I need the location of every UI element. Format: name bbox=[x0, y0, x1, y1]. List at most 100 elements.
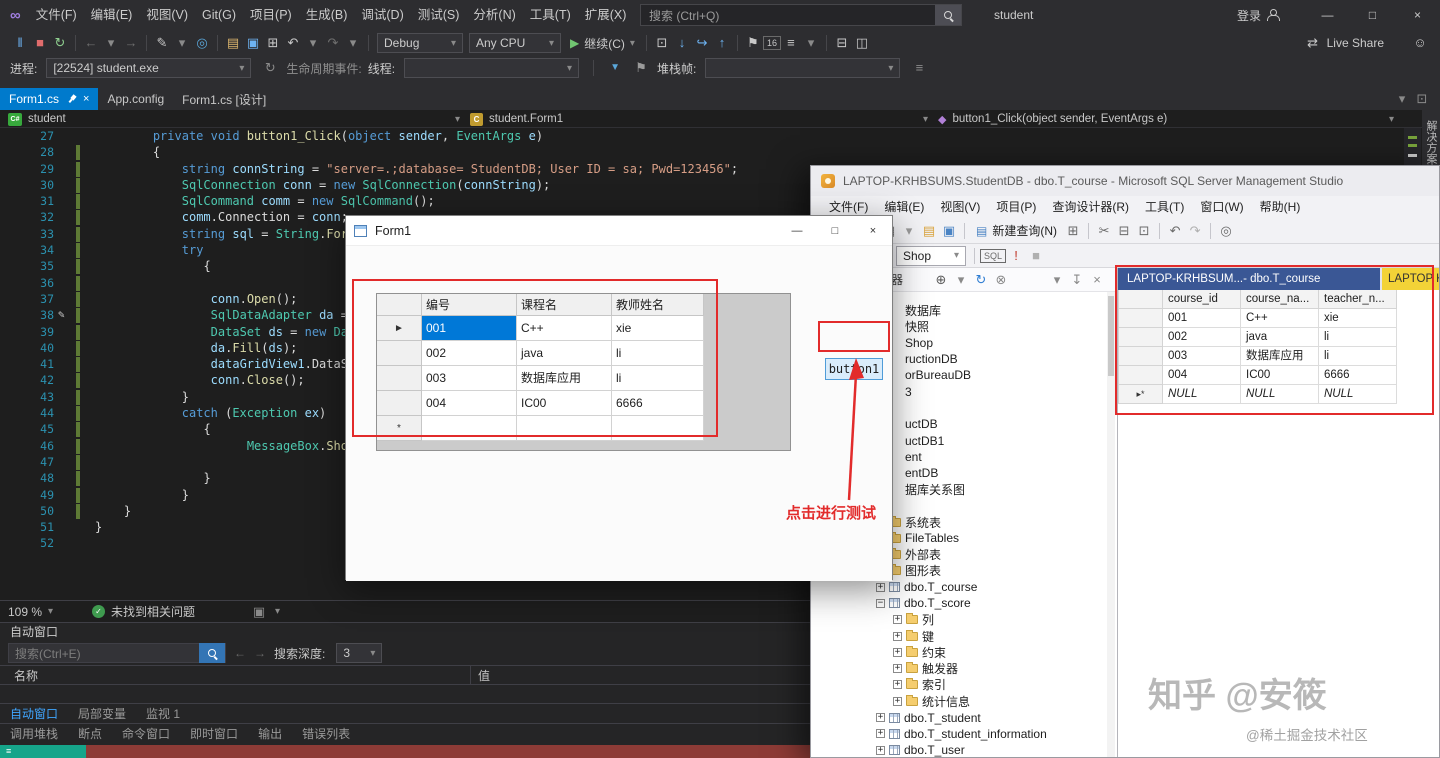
panel-tab[interactable]: 监视 1 bbox=[136, 704, 190, 724]
grid-cell[interactable]: 002 bbox=[422, 341, 517, 366]
redo-icon[interactable]: ↷ bbox=[323, 33, 343, 53]
grid-row-header[interactable] bbox=[377, 366, 422, 391]
ssms-grid-cell[interactable]: li bbox=[1319, 328, 1397, 347]
nav-forward-icon[interactable]: → bbox=[121, 33, 141, 53]
tree-expand-icon[interactable]: + bbox=[893, 680, 902, 689]
minimize-button[interactable]: — bbox=[1305, 0, 1350, 30]
grid-cell[interactable]: C++ bbox=[517, 316, 612, 341]
tree-item[interactable]: +dbo.T_student_information bbox=[811, 726, 1107, 742]
pin-icon[interactable]: ↧ bbox=[1067, 270, 1087, 290]
ssms-menu-item[interactable]: 工具(T) bbox=[1137, 196, 1192, 218]
editor-tab[interactable]: Form1.cs [设计] bbox=[173, 88, 275, 110]
chevron-down-icon[interactable]: ▾ bbox=[1392, 89, 1412, 109]
undo-icon[interactable]: ↶ bbox=[283, 33, 303, 53]
sign-in-button[interactable]: 登录 bbox=[1237, 7, 1279, 24]
find-icon[interactable]: ◎ bbox=[1216, 221, 1236, 241]
ssms-grid-column-header[interactable]: course_na... bbox=[1241, 290, 1319, 309]
break-all-icon[interactable]: ⊡ bbox=[652, 33, 672, 53]
editor-tab[interactable]: Form1.cs× bbox=[0, 88, 98, 110]
ssms-menu-item[interactable]: 项目(P) bbox=[988, 196, 1044, 218]
chevron-down-icon[interactable]: ▾ bbox=[343, 33, 363, 53]
quick-search-input[interactable]: 搜索 (Ctrl+Q) bbox=[640, 4, 962, 26]
navbar-project-dropdown[interactable]: C# student▾ bbox=[8, 110, 460, 128]
tree-expand-icon[interactable]: + bbox=[876, 583, 885, 592]
sql-pane-icon[interactable]: SQL bbox=[980, 249, 1006, 263]
new-query-button[interactable]: ▤新建查询(N) bbox=[970, 221, 1063, 241]
form-maximize-button[interactable]: □ bbox=[816, 216, 854, 246]
zoom-select[interactable]: 109 %▾ bbox=[8, 605, 72, 619]
chevron-down-icon[interactable]: ▾ bbox=[101, 33, 121, 53]
panel-tab[interactable]: 命令窗口 bbox=[112, 724, 180, 744]
ssms-grid-row-header[interactable] bbox=[1119, 309, 1163, 328]
grid-cell[interactable]: li bbox=[612, 341, 704, 366]
tree-item[interactable]: +键 bbox=[811, 628, 1107, 644]
execute-icon[interactable]: ! bbox=[1006, 246, 1026, 266]
tree-item[interactable]: +约束 bbox=[811, 644, 1107, 660]
grid-new-row-header[interactable]: * bbox=[377, 416, 422, 441]
ssms-menu-item[interactable]: 视图(V) bbox=[932, 196, 988, 218]
autos-name-column[interactable]: 名称 bbox=[14, 666, 38, 686]
window-layout-icon[interactable]: ◫ bbox=[852, 33, 872, 53]
refresh-process-icon[interactable]: ↻ bbox=[260, 58, 280, 78]
tree-item[interactable]: +触发器 bbox=[811, 661, 1107, 677]
cut-icon[interactable]: ✂ bbox=[1094, 221, 1114, 241]
search-depth-combo[interactable]: 3▾ bbox=[336, 643, 382, 663]
chevron-down-icon[interactable]: ▾ bbox=[275, 606, 280, 617]
form-minimize-button[interactable]: — bbox=[778, 216, 816, 246]
ssms-grid-row-header[interactable]: ▸* bbox=[1119, 385, 1163, 404]
restart-icon[interactable]: ↻ bbox=[50, 33, 70, 53]
tree-item[interactable]: +列 bbox=[811, 612, 1107, 628]
continue-button[interactable]: ▶继续(C)▾ bbox=[564, 33, 641, 53]
window-split-icon[interactable]: ⊟ bbox=[832, 33, 852, 53]
nav-back-icon[interactable]: ← bbox=[81, 33, 101, 53]
tree-expand-icon[interactable]: + bbox=[893, 664, 902, 673]
grid-column-header[interactable]: 编号 bbox=[422, 294, 517, 316]
save-icon[interactable]: ▣ bbox=[939, 221, 959, 241]
grid-row-header[interactable]: ► bbox=[377, 316, 422, 341]
undo-icon[interactable]: ↶ bbox=[1165, 221, 1185, 241]
open-file-icon[interactable]: ▤ bbox=[919, 221, 939, 241]
ssms-document-tab-2[interactable]: LAPTOP K bbox=[1382, 268, 1439, 290]
panel-tab[interactable]: 断点 bbox=[68, 724, 112, 744]
vs-menu-item[interactable]: 调试(D) bbox=[354, 0, 410, 30]
ssms-document-tab[interactable]: LAPTOP-KRHBSUM...- dbo.T_course bbox=[1118, 268, 1380, 290]
flag-icon[interactable]: ⚑ bbox=[631, 58, 651, 78]
autos-value-column[interactable]: 值 bbox=[478, 666, 490, 686]
grid-cell[interactable]: 数据库应用 bbox=[517, 366, 612, 391]
ssms-grid-cell[interactable]: 6666 bbox=[1319, 366, 1397, 385]
tree-item[interactable]: +统计信息 bbox=[811, 693, 1107, 709]
form1-titlebar[interactable]: Form1 — □ × bbox=[346, 216, 892, 246]
vs-menu-item[interactable]: 文件(F) bbox=[29, 0, 84, 30]
autos-search-input[interactable]: 搜索(Ctrl+E) bbox=[8, 643, 226, 663]
save-icon[interactable]: ▣ bbox=[243, 33, 263, 53]
account-feedback-icon[interactable]: ☺ bbox=[1410, 33, 1430, 53]
grid-cell[interactable]: java bbox=[517, 341, 612, 366]
refresh-icon[interactable]: ↻ bbox=[971, 270, 991, 290]
step-into-icon[interactable]: ↓ bbox=[672, 33, 692, 53]
database-combo[interactable]: Shop▾ bbox=[896, 246, 966, 266]
vs-menu-item[interactable]: 分析(N) bbox=[466, 0, 522, 30]
process-combo[interactable]: [22524] student.exe▾ bbox=[46, 58, 251, 78]
stop-icon[interactable]: ■ bbox=[30, 33, 50, 53]
grid-cell[interactable]: xie bbox=[612, 316, 704, 341]
grid-cell[interactable]: li bbox=[612, 366, 704, 391]
tree-item[interactable]: −dbo.T_score bbox=[811, 595, 1107, 611]
tree-expand-icon[interactable]: + bbox=[876, 746, 885, 755]
ssms-grid-cell[interactable]: li bbox=[1319, 347, 1397, 366]
ssms-menu-item[interactable]: 查询设计器(R) bbox=[1044, 196, 1137, 218]
step-over-icon[interactable]: ↪ bbox=[692, 33, 712, 53]
vs-menu-item[interactable]: Git(G) bbox=[195, 0, 243, 30]
code-cleanup-icon[interactable]: ✎ bbox=[152, 33, 172, 53]
open-folder-icon[interactable]: ▤ bbox=[223, 33, 243, 53]
platform-combo[interactable]: Any CPU▾ bbox=[469, 33, 561, 53]
tree-expand-icon[interactable]: − bbox=[876, 599, 885, 608]
close-button[interactable]: × bbox=[1395, 0, 1440, 30]
grid-column-header[interactable]: 教师姓名 bbox=[612, 294, 704, 316]
editor-tab[interactable]: App.config bbox=[98, 88, 173, 110]
vs-menu-item[interactable]: 生成(B) bbox=[299, 0, 355, 30]
breakpoint-flag-icon[interactable]: ⚑ bbox=[743, 33, 763, 53]
filter-icon[interactable]: ▼ bbox=[605, 58, 625, 78]
tracking-icon[interactable]: ▣ bbox=[249, 602, 269, 622]
ssms-grid-column-header[interactable]: teacher_n... bbox=[1319, 290, 1397, 309]
maximize-button[interactable]: □ bbox=[1350, 0, 1395, 30]
